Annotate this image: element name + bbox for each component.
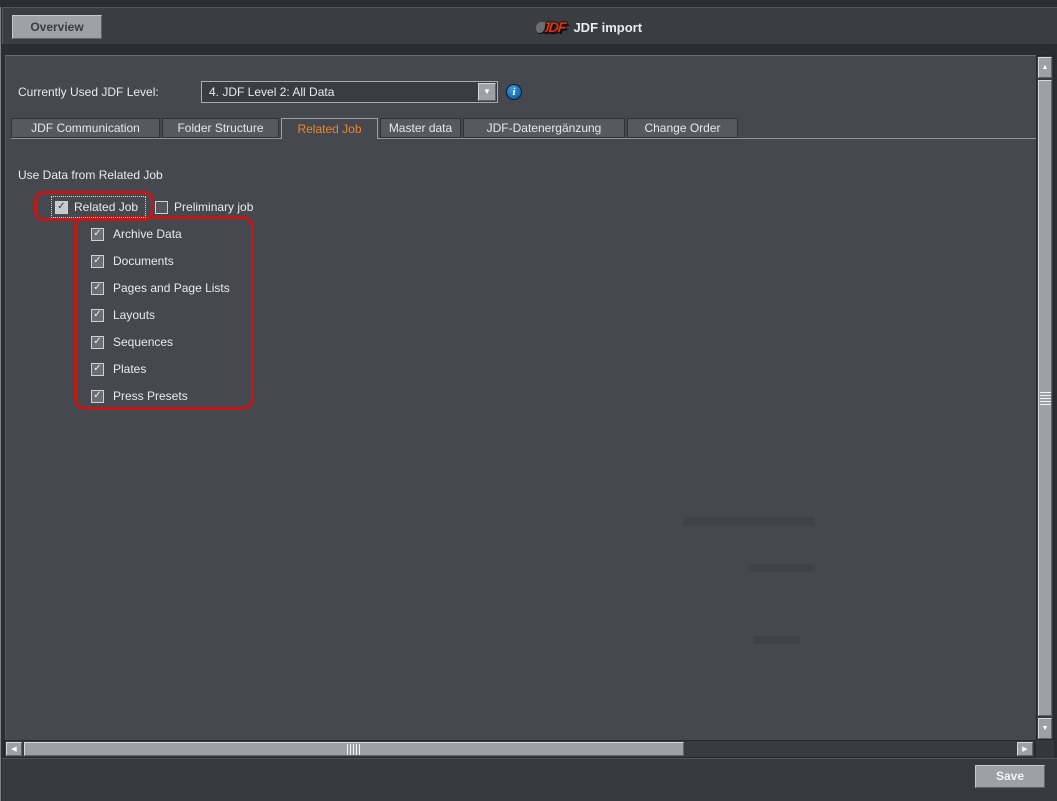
save-button[interactable]: Save: [975, 765, 1045, 788]
list-item[interactable]: ✓ Plates: [91, 362, 230, 376]
header-bar: Overview JDF JDF import: [2, 7, 1057, 44]
check-icon: ✓: [93, 337, 101, 347]
pages-and-page-lists-checkbox[interactable]: ✓: [91, 282, 104, 295]
list-item[interactable]: ✓ Press Presets: [91, 389, 230, 403]
documents-checkbox[interactable]: ✓: [91, 255, 104, 268]
press-presets-checkbox[interactable]: ✓: [91, 390, 104, 403]
preliminary-job-option[interactable]: Preliminary job: [155, 200, 253, 214]
horizontal-scrollbar-thumb[interactable]: [24, 742, 684, 756]
jdf-level-dropdown[interactable]: 4. JDF Level 2: All Data ▼: [201, 81, 498, 103]
tab-folder-structure[interactable]: Folder Structure: [162, 118, 279, 138]
sequences-label: Sequences: [113, 335, 173, 349]
content-panel: Currently Used JDF Level: 4. JDF Level 2…: [5, 55, 1036, 740]
chevron-down-icon[interactable]: ▼: [478, 83, 496, 101]
related-job-option[interactable]: ✓ Related Job: [51, 196, 146, 218]
tab-bar: JDF Communication Folder Structure Relat…: [11, 118, 738, 139]
list-item[interactable]: ✓ Sequences: [91, 335, 230, 349]
pages-and-page-lists-label: Pages and Page Lists: [113, 281, 230, 295]
plates-checkbox[interactable]: ✓: [91, 363, 104, 376]
ghost-artifact: [749, 564, 813, 572]
sub-options-list: ✓ Archive Data ✓ Documents ✓ Pages and P…: [91, 227, 230, 416]
check-icon: ✓: [93, 283, 101, 293]
scroll-up-icon[interactable]: ▲: [1038, 57, 1052, 78]
sequences-checkbox[interactable]: ✓: [91, 336, 104, 349]
documents-label: Documents: [113, 254, 174, 268]
jdf-import-window: Overview JDF JDF import Currently Used J…: [0, 0, 1057, 801]
tab-master-data[interactable]: Master data: [380, 118, 461, 138]
check-icon: ✓: [93, 391, 101, 401]
archive-data-checkbox[interactable]: ✓: [91, 228, 104, 241]
check-icon: ✓: [93, 364, 101, 374]
overview-button[interactable]: Overview: [12, 15, 102, 39]
tab-related-job[interactable]: Related Job: [281, 118, 378, 139]
plates-label: Plates: [113, 362, 146, 376]
check-icon: ✓: [93, 256, 101, 266]
tab-jdf-datenergaenzung[interactable]: JDF-Datenergänzung: [463, 118, 625, 138]
vertical-scrollbar[interactable]: ▲ ▼: [1036, 55, 1054, 740]
vertical-scrollbar-thumb[interactable]: [1038, 80, 1052, 716]
footer-bar: Save: [2, 758, 1057, 801]
scroll-grip-icon: [347, 744, 361, 755]
tab-change-order[interactable]: Change Order: [627, 118, 738, 138]
jdf-level-label: Currently Used JDF Level:: [18, 81, 159, 103]
list-item[interactable]: ✓ Documents: [91, 254, 230, 268]
scroll-right-icon[interactable]: ▶: [1017, 742, 1033, 756]
preliminary-job-label: Preliminary job: [174, 200, 253, 214]
archive-data-label: Archive Data: [113, 227, 182, 241]
scrollbar-corner: [1036, 740, 1054, 758]
check-icon: ✓: [93, 229, 101, 239]
jdf-level-selected-value: 4. JDF Level 2: All Data: [202, 85, 478, 99]
info-icon[interactable]: i: [506, 84, 522, 100]
press-presets-label: Press Presets: [113, 389, 188, 403]
related-job-checkbox[interactable]: ✓: [55, 201, 68, 214]
scroll-down-icon[interactable]: ▼: [1038, 718, 1052, 739]
layouts-checkbox[interactable]: ✓: [91, 309, 104, 322]
ghost-artifact: [683, 517, 814, 526]
layouts-label: Layouts: [113, 308, 155, 322]
list-item[interactable]: ✓ Layouts: [91, 308, 230, 322]
primary-options-row: ✓ Related Job Preliminary job: [51, 195, 253, 219]
preliminary-job-checkbox[interactable]: [155, 201, 168, 214]
scroll-left-icon[interactable]: ◀: [6, 742, 22, 756]
list-item[interactable]: ✓ Archive Data: [91, 227, 230, 241]
check-icon: ✓: [57, 202, 65, 212]
title-group: JDF JDF import: [536, 17, 642, 37]
check-icon: ✓: [93, 310, 101, 320]
related-job-label: Related Job: [74, 200, 138, 214]
horizontal-scrollbar[interactable]: ◀ ▶: [4, 740, 1035, 758]
scroll-grip-icon: [1040, 392, 1051, 405]
page-title: JDF import: [573, 20, 642, 35]
ghost-artifact: [754, 636, 800, 644]
tab-underline: [11, 138, 1036, 139]
section-heading: Use Data from Related Job: [18, 168, 163, 182]
tab-jdf-communication[interactable]: JDF Communication: [11, 118, 160, 138]
jdf-logo-icon: JDF: [535, 19, 566, 35]
window-left-edge: [0, 7, 1, 801]
list-item[interactable]: ✓ Pages and Page Lists: [91, 281, 230, 295]
